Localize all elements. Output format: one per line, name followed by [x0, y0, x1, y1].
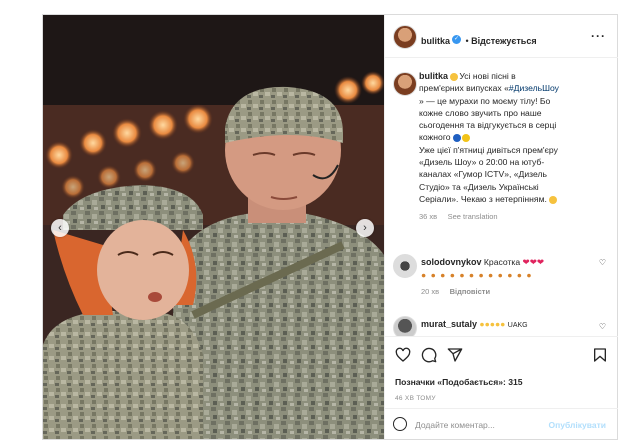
stage-photo [43, 15, 384, 439]
avatar[interactable] [393, 25, 417, 49]
bookmark-icon[interactable] [592, 347, 608, 363]
header-user: bulitka ✓ • Відстежується [421, 35, 537, 46]
caption-line: кожне слово звучить про наше [419, 107, 542, 118]
chevron-right-icon[interactable]: › [356, 219, 374, 237]
comment-body: murat_sutaly ●●●●● UAKG [421, 319, 528, 329]
caption-meta: 36 хв See translation [419, 210, 609, 223]
publish-button[interactable]: Опублікувати [549, 420, 606, 430]
caption-line: «Дизель Шоу» о 20:00 на ютуб- [419, 157, 545, 168]
heart-icon[interactable] [395, 347, 411, 363]
comment-like-heart-icon[interactable]: ♡ [599, 322, 606, 331]
following-button[interactable]: Відстежується [471, 36, 536, 46]
post-header: bulitka ✓ • Відстежується ··· [385, 15, 618, 58]
comment-like-heart-icon[interactable]: ♡ [599, 258, 606, 267]
yellow-heart-icon [461, 134, 470, 143]
caption-line: кожного [419, 132, 451, 143]
caption-line: сьогодення та відгукується в серці [419, 120, 557, 131]
comment-input[interactable]: Додайте коментар... [415, 420, 495, 430]
caption-line: каналах «Гумор ICTV», «Дизель [419, 169, 548, 180]
share-icon[interactable] [447, 347, 463, 363]
caption-avatar[interactable] [393, 72, 417, 96]
pray-icon [548, 195, 557, 204]
clap-emoji-icon: ●●●●● [479, 319, 506, 329]
comment-time: 20 хв [421, 287, 440, 296]
verified-badge-icon: ✓ [452, 35, 462, 45]
comments-list: bulitka Усі нові пісні в прем'єрних випу… [385, 58, 618, 336]
likes-count[interactable]: Позначки «Подобається»: 315 [395, 377, 523, 387]
comment-username[interactable]: solodovnykov [421, 257, 482, 267]
emoji-icon [450, 72, 459, 81]
more-horizontal-icon[interactable]: ··· [591, 29, 606, 43]
see-translation-link[interactable]: See translation [448, 212, 498, 221]
comment-body: solodovnykov Красотка ❤❤❤ ● ● ● ● ● ● ● … [421, 256, 591, 298]
reply-link[interactable]: Відповісти [450, 287, 491, 296]
post-sidebar: bulitka ✓ • Відстежується ··· bulitka Усі… [384, 15, 618, 439]
heart-emoji-icon: ❤❤❤ [522, 257, 545, 267]
comment-text: Красотка [483, 257, 521, 267]
caption: bulitka Усі нові пісні в прем'єрних випу… [419, 70, 609, 224]
caption-line: Уже цієї п'ятниці дивіться прем'єру [419, 144, 558, 155]
emoji-icon[interactable] [393, 417, 407, 431]
caption-line: Усі нові пісні в [459, 71, 516, 81]
comment-text: UAKG [507, 322, 528, 329]
chevron-left-icon[interactable]: ‹ [51, 219, 69, 237]
header-username[interactable]: bulitka [421, 36, 450, 46]
post-photo[interactable]: ‹ › [43, 15, 384, 439]
post-actions: Позначки «Подобається»: 315 46 ХВ ТОМУ Д… [385, 336, 618, 440]
comment-composer: Додайте коментар... Опублікувати [385, 408, 618, 441]
hashtag-link[interactable]: #ДизельШоу [509, 83, 559, 93]
comment-meta: 20 хв Відповісти [421, 285, 591, 298]
comment-username[interactable]: murat_sutaly [421, 319, 477, 329]
comment-avatar[interactable] [393, 316, 417, 336]
instagram-post: ‹ › bulitka ✓ • Відстежується ··· bulitka… [42, 14, 618, 440]
emoji-row-icon: ● ● ● ● ● ● ● ● ● ● ● ● [421, 270, 533, 280]
caption-line: Студіо» та «Дизель Українські [419, 181, 539, 192]
blue-heart-icon [452, 134, 461, 143]
caption-line: прем'єрних випусках « [419, 83, 509, 94]
caption-time: 36 хв [419, 212, 438, 222]
comment-avatar[interactable] [393, 254, 417, 278]
caption-line: Серіали». Чекаю з нетерпінням. [419, 193, 547, 204]
caption-username[interactable]: bulitka [419, 71, 448, 81]
comment-icon[interactable] [421, 347, 437, 363]
caption-line: » — це мурахи по моєму тілу! Бо [419, 95, 551, 106]
post-date: 46 ХВ ТОМУ [395, 395, 436, 402]
